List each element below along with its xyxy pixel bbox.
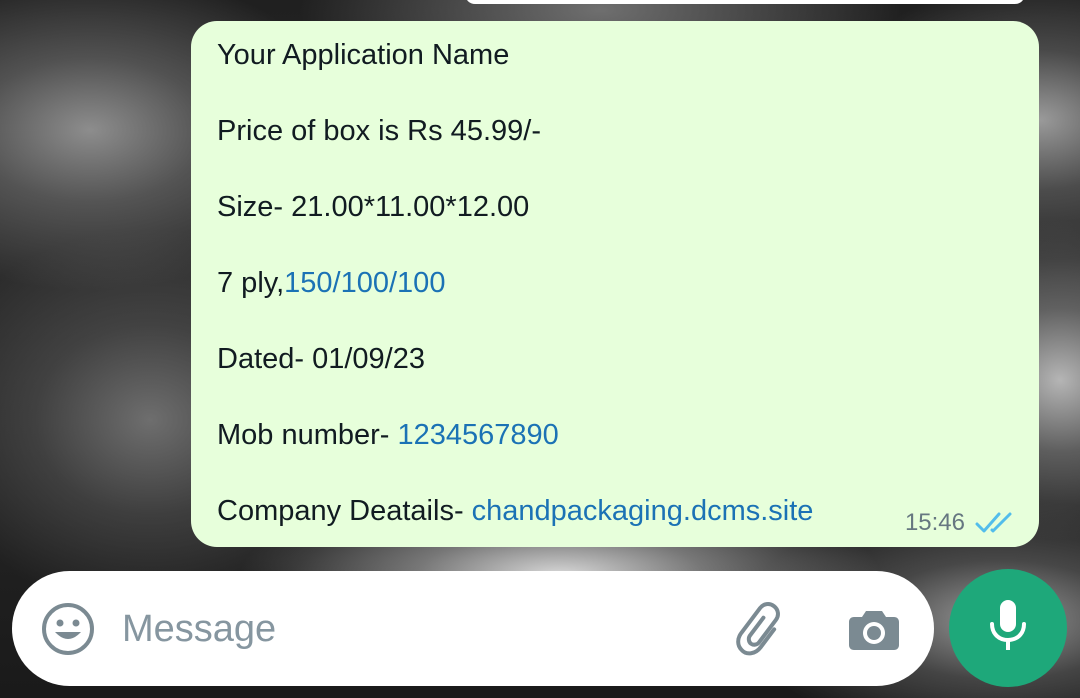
message-line-price: Price of box is Rs 45.99/- xyxy=(217,115,541,147)
microphone-icon xyxy=(986,598,1030,659)
previous-message-edge xyxy=(465,0,1025,4)
voice-record-button[interactable] xyxy=(949,569,1067,687)
message-bubble[interactable]: Your Application Name Price of box is Rs… xyxy=(191,21,1039,547)
double-check-icon xyxy=(975,511,1017,535)
message-line-mobile: Mob number- 1234567890 xyxy=(217,419,559,451)
message-line-ply: 7 ply,150/100/100 xyxy=(217,267,446,299)
message-line-dated: Dated- 01/09/23 xyxy=(217,343,425,375)
camera-icon[interactable] xyxy=(846,601,902,657)
message-input[interactable]: Message xyxy=(122,608,276,651)
message-line-size: Size- 21.00*11.00*12.00 xyxy=(217,191,530,223)
message-meta: 15:46 xyxy=(905,509,1017,537)
message-time: 15:46 xyxy=(904,509,965,536)
website-link[interactable]: chandpackaging.dcms.site xyxy=(472,495,814,527)
emoji-icon[interactable] xyxy=(40,601,96,657)
ply-link[interactable]: 150/100/100 xyxy=(284,267,445,299)
message-composer[interactable]: Message xyxy=(12,571,934,686)
paperclip-icon[interactable] xyxy=(734,601,790,657)
message-line-app-name: Your Application Name xyxy=(217,39,510,71)
message-line-company: Company Deatails- chandpackaging.dcms.si… xyxy=(217,495,814,527)
phone-number-link[interactable]: 1234567890 xyxy=(398,419,559,451)
